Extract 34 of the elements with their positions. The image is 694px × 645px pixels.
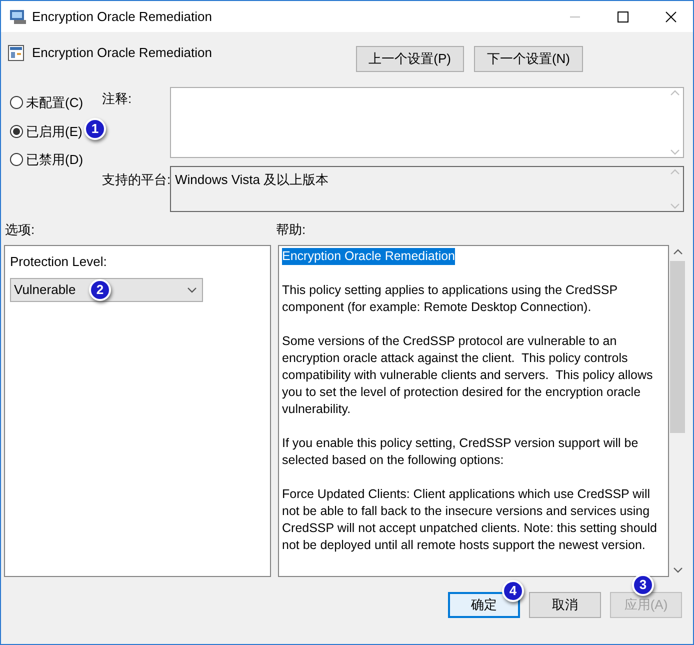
- radio-label[interactable]: 未配置(C): [26, 93, 84, 112]
- comment-label: 注释:: [101, 90, 133, 108]
- policy-window-icon: [9, 8, 27, 24]
- setting-title: Encryption Oracle Remediation: [32, 44, 212, 62]
- dialog-button[interactable]: 取消: [529, 592, 601, 618]
- policy-setting-icon: [8, 45, 24, 61]
- step-number-badge: 4: [502, 580, 524, 602]
- help-label: 帮助:: [276, 221, 306, 240]
- help-paragraph: If you enable this policy setting, CredSSP version support will be selected based on the following options:: [282, 435, 640, 469]
- window-title: Encryption Oracle Remediation: [32, 8, 212, 26]
- navigation-button[interactable]: 下一个设置(N): [474, 46, 583, 72]
- radio-button[interactable]: [10, 96, 23, 110]
- protection-level-dropdown[interactable]: Vulnerable 2: [10, 278, 203, 302]
- platform-value: Windows Vista 及以上版本: [174, 171, 330, 189]
- step-number-badge: 2: [89, 278, 111, 300]
- radio-button[interactable]: [10, 153, 23, 166]
- scrollbar-thumb[interactable]: [670, 261, 685, 433]
- close-icon[interactable]: [665, 10, 677, 22]
- radio-label[interactable]: 已禁用(D): [26, 150, 84, 170]
- radio-label[interactable]: 已启用(E): [26, 122, 82, 141]
- help-paragraph: Some versions of the CredSSP protocol are vulnerable to an encryption oracle attack against the client. This policy controls compatibility with vulnerable clients and servers. This policy allows you to set the level of protection desired for the encryption oracle vulnerability.: [282, 333, 654, 418]
- options-label: 选项:: [4, 221, 36, 240]
- scroll-down-icon[interactable]: [672, 567, 682, 573]
- scroll-up-icon[interactable]: [672, 249, 682, 255]
- help-paragraph: This policy setting applies to applications using the CredSSP component (for example: Remote Desktop Connection).: [282, 282, 618, 316]
- maximize-icon[interactable]: [617, 10, 629, 22]
- radio-button[interactable]: [10, 124, 23, 138]
- platform-label: 支持的平台:: [101, 171, 170, 189]
- navigation-button[interactable]: 上一个设置(P): [356, 46, 464, 72]
- protection-level-label: Protection Level:: [10, 253, 108, 271]
- step-number-badge: 1: [84, 118, 106, 140]
- help-paragraph: Force Updated Clients: Client applications which use CredSSP will not be able to fall back to the insecure versions and services using CredSSP will not accept unpatched clients. Note: this setting should not be deployed until all remote hosts support the newest version.: [282, 486, 658, 554]
- dropdown-caret-icon: [187, 286, 197, 292]
- help-title: Encryption Oracle Remediation: [282, 248, 455, 265]
